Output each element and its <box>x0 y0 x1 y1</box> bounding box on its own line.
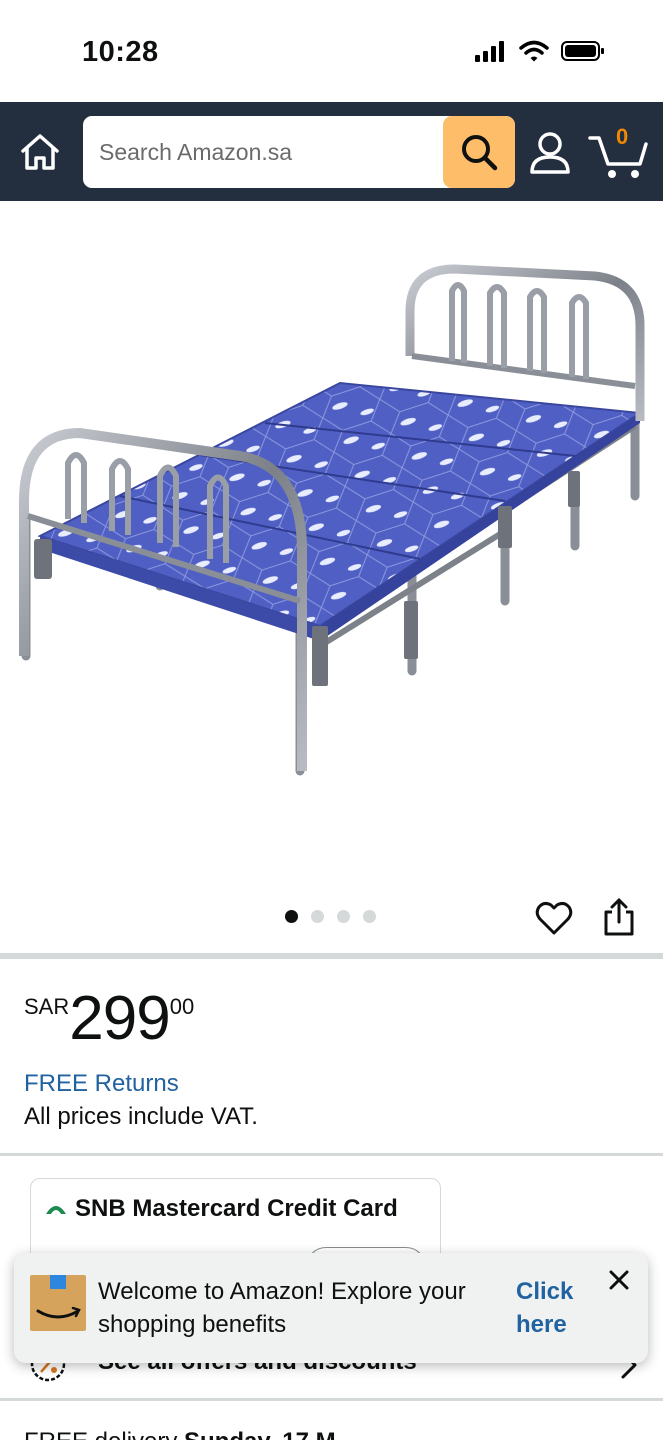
delivery-prefix: FREE delivery <box>24 1428 177 1440</box>
share-button[interactable] <box>601 896 637 938</box>
wifi-icon <box>519 40 549 62</box>
close-icon[interactable] <box>604 1265 634 1295</box>
search-input[interactable] <box>83 116 443 188</box>
amazon-box-icon <box>30 1275 86 1331</box>
share-icon <box>604 898 634 936</box>
offer-title: SNB Mastercard Credit Card <box>75 1195 398 1222</box>
cart-count: 0 <box>616 124 629 149</box>
delivery-info: FREE delivery Sunday, 17 M <box>24 1428 336 1440</box>
toast-message: Welcome to Amazon! Explore your shopping… <box>98 1278 466 1338</box>
price-whole: 299 <box>69 984 170 1053</box>
status-bar: 10:28 <box>0 0 663 102</box>
product-image[interactable] <box>0 201 663 901</box>
delivery-date: Sunday, 17 M <box>184 1428 336 1440</box>
section-divider <box>0 1153 663 1156</box>
heart-icon <box>535 901 573 935</box>
carousel-dots[interactable] <box>285 910 376 923</box>
carousel-dot[interactable] <box>311 910 324 923</box>
price-currency: SAR <box>24 994 70 1019</box>
search-icon <box>462 135 498 171</box>
signal-icon <box>475 41 504 62</box>
home-button[interactable] <box>18 130 62 174</box>
carousel-dot[interactable] <box>337 910 350 923</box>
status-time: 10:28 <box>82 36 159 68</box>
product-price: SAR 299 00 <box>24 988 194 1050</box>
search-box <box>83 116 515 188</box>
vat-note: All prices include VAT. <box>24 1103 258 1130</box>
wishlist-button[interactable] <box>534 898 574 938</box>
snb-logo-icon <box>46 1206 66 1214</box>
free-returns-link[interactable]: FREE Returns <box>24 1070 179 1098</box>
price-fraction: 00 <box>169 994 195 1019</box>
toast-click-here-link[interactable]: Click here <box>516 1275 596 1341</box>
cart-button[interactable]: 0 <box>588 124 650 180</box>
section-divider <box>0 953 663 959</box>
top-nav: 0 <box>0 102 663 201</box>
folding-bed-image <box>19 264 645 776</box>
account-icon <box>530 132 570 174</box>
account-button[interactable] <box>528 130 572 176</box>
home-icon <box>21 134 59 170</box>
search-button[interactable] <box>443 116 515 188</box>
battery-icon <box>561 41 604 61</box>
section-divider <box>0 1398 663 1401</box>
status-icons <box>475 40 605 62</box>
carousel-dot[interactable] <box>363 910 376 923</box>
carousel-dot[interactable] <box>285 910 298 923</box>
welcome-toast: Welcome to Amazon! Explore your shopping… <box>14 1253 648 1363</box>
